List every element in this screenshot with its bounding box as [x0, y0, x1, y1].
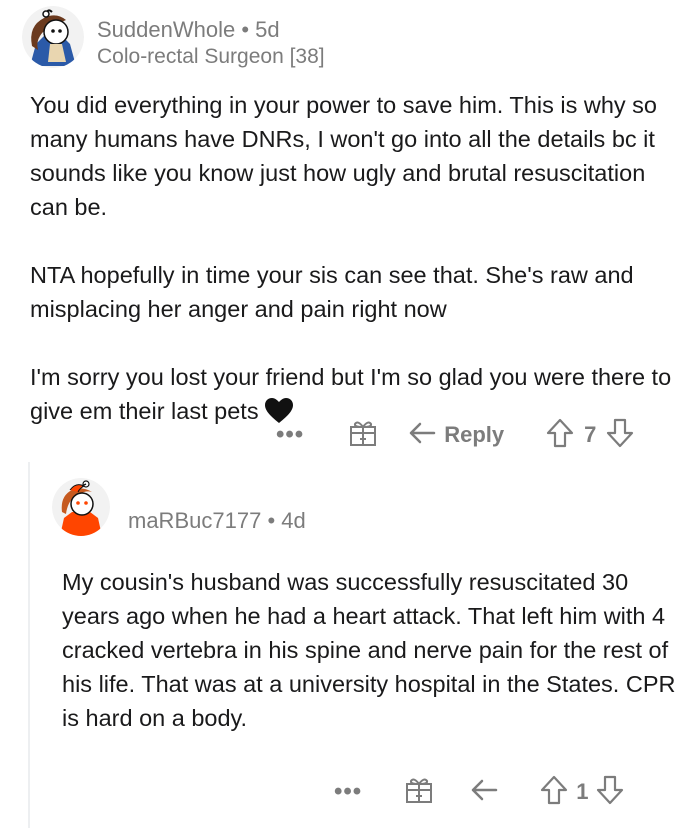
downvote-icon[interactable]	[596, 775, 624, 810]
vote-score: 1	[576, 779, 589, 804]
avatar[interactable]	[52, 478, 110, 536]
comment-paragraph: You did everything in your power to save…	[30, 92, 657, 220]
comment-actions: ••• Reply 7	[276, 418, 634, 452]
comment-paragraph-text: I'm sorry you lost your friend but I'm s…	[30, 364, 672, 424]
more-options-button[interactable]: •••	[276, 423, 304, 447]
avatar[interactable]	[22, 6, 84, 68]
comment-body: You did everything in your power to save…	[30, 88, 680, 462]
downvote-icon[interactable]	[606, 418, 634, 453]
username[interactable]: SuddenWhole • 5d	[97, 17, 280, 43]
comment-paragraph: NTA hopefully in time your sis can see t…	[30, 262, 634, 322]
reply-button[interactable]: Reply	[444, 422, 504, 448]
upvote-icon[interactable]	[546, 418, 574, 453]
comment-age: 5d	[255, 17, 280, 42]
comment-age: 4d	[281, 508, 306, 533]
user-flair: Colo-rectal Surgeon [38]	[97, 45, 325, 68]
thread-line[interactable]	[28, 462, 30, 828]
separator: •	[267, 508, 276, 533]
award-icon[interactable]	[348, 418, 378, 453]
upvote-icon[interactable]	[540, 775, 568, 810]
comment-body: My cousin's husband was successfully res…	[62, 569, 676, 731]
separator: •	[241, 17, 250, 42]
vote-score: 7	[584, 422, 597, 447]
username[interactable]: maRBuc7177 • 4d	[128, 508, 306, 534]
more-options-button[interactable]: •••	[334, 780, 362, 804]
reply-arrow-icon[interactable]	[408, 421, 436, 450]
comment-actions: ••• 1	[334, 775, 624, 809]
username-text[interactable]: SuddenWhole	[97, 17, 235, 42]
award-icon[interactable]	[404, 775, 434, 810]
reply-arrow-icon[interactable]	[470, 778, 498, 807]
username-text[interactable]: maRBuc7177	[128, 508, 261, 533]
